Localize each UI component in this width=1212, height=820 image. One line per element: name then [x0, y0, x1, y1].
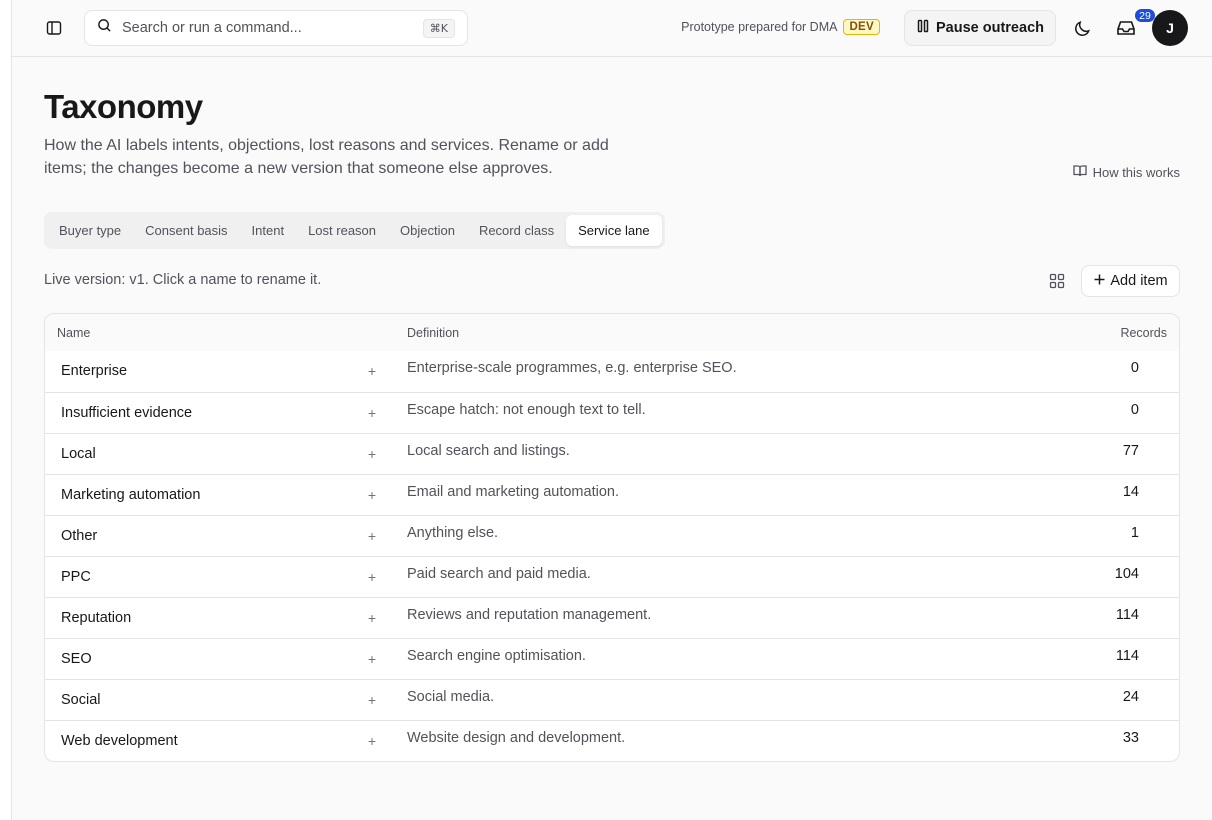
search-input[interactable]: Search or run a command... ⌘K [84, 10, 468, 46]
item-records: 1 [1130, 525, 1139, 541]
name-cell: Other + [45, 516, 394, 556]
plus-icon[interactable]: + [364, 405, 380, 421]
page-description: How the AI labels intents, objections, l… [44, 137, 609, 177]
table-row: Web development + Website design and devel… [45, 720, 1179, 761]
item-name[interactable]: PPC [61, 569, 364, 585]
table-row: PPC + Paid search and paid media. 104 [45, 556, 1179, 597]
item-definition: Local search and listings. [407, 443, 570, 459]
name-cell: Insufficient evidence + [45, 393, 394, 433]
table-header: Name Definition Records [45, 314, 1179, 351]
item-records: 0 [1130, 360, 1139, 376]
item-name[interactable]: Marketing automation [61, 487, 364, 503]
plus-icon[interactable]: + [364, 651, 380, 667]
plus-icon[interactable]: + [364, 692, 380, 708]
item-definition: Email and marketing automation. [407, 484, 619, 500]
plus-icon[interactable]: + [364, 363, 380, 379]
tab-lost-reason[interactable]: Lost reason [296, 215, 388, 246]
plus-icon[interactable]: + [364, 487, 380, 503]
taxonomy-table: Name Definition Records Enterprise + Enter… [44, 313, 1180, 762]
name-cell: PPC + [45, 557, 394, 597]
item-records: 114 [1115, 648, 1139, 664]
topbar: Search or run a command... ⌘K Prototype … [12, 0, 1212, 57]
grid-icon[interactable] [1045, 269, 1069, 293]
search-shortcut: ⌘K [422, 18, 455, 38]
page-title: Taxonomy [44, 88, 203, 125]
pause-icon [916, 19, 930, 37]
name-cell: Enterprise + [45, 351, 394, 391]
tab-consent-basis[interactable]: Consent basis [133, 215, 239, 246]
search-placeholder: Search or run a command... [122, 20, 302, 36]
item-definition: Enterprise-scale programmes, e.g. enterp… [407, 360, 737, 376]
name-cell: Marketing automation + [45, 475, 394, 515]
item-records: 24 [1122, 689, 1139, 705]
item-definition: Website design and development. [407, 730, 626, 746]
tab-buyer-type[interactable]: Buyer type [47, 215, 133, 246]
plus-icon[interactable]: + [364, 569, 380, 585]
item-name[interactable]: Social [61, 692, 364, 708]
prototype-notice: Prototype prepared for DMA DEV [681, 19, 880, 35]
plus-icon[interactable]: + [364, 733, 380, 749]
item-name[interactable]: Local [61, 446, 364, 462]
item-definition: Anything else. [407, 525, 499, 541]
item-definition: Reviews and reputation management. [407, 607, 652, 623]
pause-outreach-label: Pause outreach [936, 20, 1044, 36]
item-name[interactable]: Web development [61, 733, 364, 749]
moon-icon[interactable] [1070, 16, 1094, 40]
table-row: Marketing automation + Email and marketing… [45, 474, 1179, 515]
how-this-works-label: How this works [1092, 164, 1180, 180]
item-definition: Paid search and paid media. [407, 566, 591, 582]
name-cell: SEO + [45, 639, 394, 679]
live-version-text: Live version: v1. Click a name to rename… [44, 272, 322, 288]
name-cell: Social + [45, 680, 394, 720]
how-this-works-link[interactable]: How this works [1072, 164, 1180, 180]
prototype-text: Prototype prepared for DMA [681, 20, 838, 34]
item-name[interactable]: Other [61, 528, 364, 544]
column-header-definition: Definition [407, 325, 460, 340]
table-row: Enterprise + Enterprise-scale programmes, … [45, 351, 1179, 392]
item-records: 33 [1122, 730, 1139, 746]
plus-icon[interactable]: + [364, 446, 380, 462]
left-rail [0, 0, 12, 820]
tab-service-lane[interactable]: Service lane [566, 215, 662, 246]
item-records: 114 [1115, 607, 1139, 623]
item-name[interactable]: Enterprise [61, 363, 364, 379]
table-row: Insufficient evidence + Escape hatch: not … [45, 392, 1179, 433]
item-name[interactable]: Insufficient evidence [61, 405, 364, 421]
add-item-button[interactable]: Add item [1081, 265, 1180, 297]
name-cell: Reputation + [45, 598, 394, 638]
search-icon [97, 18, 112, 38]
item-name[interactable]: SEO [61, 651, 364, 667]
item-definition: Search engine optimisation. [407, 648, 586, 664]
item-records: 104 [1114, 566, 1139, 582]
table-row: Social + Social media. 24 [45, 679, 1179, 720]
pause-outreach-button[interactable]: Pause outreach [904, 10, 1056, 46]
table-row: Local + Local search and listings. 77 [45, 433, 1179, 474]
tab-intent[interactable]: Intent [240, 215, 297, 246]
item-records: 14 [1122, 484, 1139, 500]
table-body: Enterprise + Enterprise-scale programmes, … [45, 351, 1179, 761]
column-header-name: Name [57, 325, 91, 340]
item-records: 77 [1122, 443, 1139, 459]
table-row: SEO + Search engine optimisation. 114 [45, 638, 1179, 679]
book-icon [1072, 164, 1087, 180]
taxonomy-tabs: Buyer type Consent basis Intent Lost rea… [44, 212, 665, 249]
item-definition: Social media. [407, 689, 495, 705]
plus-icon[interactable]: + [364, 610, 380, 626]
plus-icon [1093, 273, 1106, 290]
sidebar-toggle-icon[interactable] [42, 16, 66, 40]
plus-icon[interactable]: + [364, 528, 380, 544]
tab-record-class[interactable]: Record class [467, 215, 566, 246]
item-definition: Escape hatch: not enough text to tell. [407, 402, 646, 418]
name-cell: Web development + [45, 721, 394, 761]
table-row: Other + Anything else. 1 [45, 515, 1179, 556]
name-cell: Local + [45, 434, 394, 474]
env-badge: DEV [843, 19, 880, 35]
avatar[interactable]: J [1152, 10, 1188, 46]
column-header-records: Records [1120, 325, 1167, 340]
item-name[interactable]: Reputation [61, 610, 364, 626]
tab-objection[interactable]: Objection [388, 215, 467, 246]
add-item-label: Add item [1110, 273, 1168, 289]
table-row: Reputation + Reviews and reputation manage… [45, 597, 1179, 638]
item-records: 0 [1130, 402, 1139, 418]
